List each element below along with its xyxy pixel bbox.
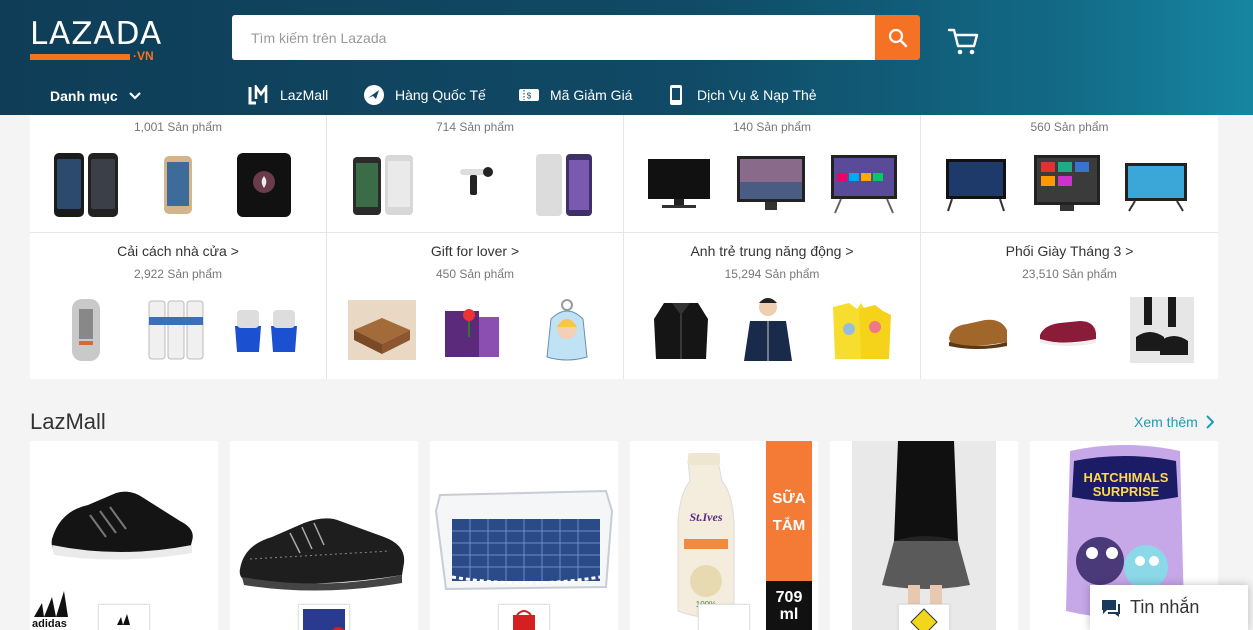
category-title: Anh trẻ trung năng động >: [690, 243, 854, 259]
category-card[interactable]: Anh trẻ trung năng động > 15,294 Sản phẩ…: [624, 233, 921, 379]
nav-item-international[interactable]: Hàng Quốc Tế: [363, 84, 486, 106]
logo-suffix: ·VN: [133, 49, 154, 63]
chat-label: Tin nhắn: [1130, 597, 1200, 617]
category-card[interactable]: 560 Sản phẩm: [921, 115, 1218, 232]
svg-text:$: $: [527, 92, 532, 101]
product-image: [447, 161, 503, 201]
product-image: [738, 293, 798, 367]
nav-item-label: LazMall: [280, 87, 329, 103]
nav-item-voucher[interactable]: $ Mã Giảm Giá: [518, 84, 632, 106]
product-badge-text: SỮA TẮM: [772, 490, 806, 534]
product-image: [1121, 159, 1191, 215]
category-count: 714 Sản phẩm: [435, 120, 515, 134]
nav-item-label: Mã Giảm Giá: [550, 87, 633, 103]
search-button[interactable]: [875, 15, 920, 60]
category-count: 560 Sản phẩm: [1030, 120, 1109, 134]
product-image: [1129, 295, 1195, 365]
category-card[interactable]: 140 Sản phẩm: [624, 115, 921, 232]
search-input[interactable]: [232, 15, 875, 60]
brand-logo: [98, 604, 150, 630]
product-image: [68, 295, 104, 365]
category-grid: 1,001 Sản phẩm 714 Sản phẩm 140 Sản phẩm: [30, 115, 1218, 379]
product-image: [439, 295, 505, 365]
lazmall-icon: [248, 84, 270, 106]
chevron-down-icon: [128, 92, 141, 100]
category-count: 1,001 Sản phẩm: [133, 120, 223, 134]
product-image: [144, 295, 208, 365]
brand-logo: [498, 604, 550, 630]
brand-logo: [298, 604, 350, 630]
header: LAZADA ·VN Danh mục LazMall: [0, 0, 1253, 115]
product-image: [230, 305, 302, 357]
product-image: [234, 151, 294, 219]
product-image: [351, 151, 417, 219]
product-image: adidas: [32, 491, 193, 630]
product-image: [734, 151, 808, 219]
chat-widget[interactable]: Tin nhắn: [1090, 585, 1248, 630]
product-image: [533, 151, 595, 219]
category-label: Danh mục: [50, 88, 118, 104]
category-card[interactable]: 1,001 Sản phẩm: [30, 115, 327, 232]
lazmall-product-card[interactable]: [830, 441, 1018, 630]
phone-icon: [665, 84, 687, 106]
svg-text:adidas: adidas: [32, 618, 67, 630]
product-image: [52, 151, 120, 219]
product-image: [239, 518, 405, 591]
lazmall-product-card[interactable]: [430, 441, 618, 630]
lazmall-title: LazMall: [30, 409, 106, 434]
cart-icon: [947, 28, 979, 55]
nav-item-label: Hàng Quốc Tế: [395, 87, 486, 103]
category-card[interactable]: Phối Giày Tháng 3 > 23,510 Sản phẩm: [921, 233, 1218, 379]
brand-logo: [698, 604, 750, 630]
voucher-icon: $: [518, 84, 540, 106]
category-count: 450 Sản phẩm: [435, 267, 515, 281]
product-image: [648, 295, 714, 365]
category-title: Gift for lover >: [430, 243, 520, 259]
nav-item-services[interactable]: Dịch Vụ & Nạp Thẻ: [665, 84, 817, 106]
main-nav: Danh mục LazMall Hàng Quốc Tế $ Mã Giảm …: [0, 76, 1253, 115]
bottle-brand-text: St.Ives: [690, 510, 723, 524]
product-image: [347, 297, 417, 363]
product-image: [826, 297, 896, 365]
category-title: Cải cách nhà cửa >: [117, 243, 239, 259]
logo-underline: [30, 54, 130, 60]
plane-icon: [363, 84, 385, 106]
cart-button[interactable]: [946, 26, 980, 56]
product-image: [644, 155, 714, 215]
product-image: [852, 441, 996, 630]
category-card[interactable]: Cải cách nhà cửa > 2,922 Sản phẩm: [30, 233, 327, 379]
category-count: 15,294 Sản phẩm: [724, 267, 820, 281]
chat-icon: [1102, 599, 1120, 617]
category-title: Phối Giày Tháng 3 >: [1005, 243, 1134, 259]
search-icon: [888, 28, 907, 47]
category-menu[interactable]: Danh mục: [50, 88, 142, 104]
product-image: [828, 151, 900, 219]
product-image: [943, 309, 1013, 353]
lazmall-product-card[interactable]: [230, 441, 418, 630]
chevron-right-icon: [1206, 415, 1214, 429]
product-volume-text: 709 ml: [775, 589, 803, 623]
category-count: 140 Sản phẩm: [732, 120, 812, 134]
category-card[interactable]: 714 Sản phẩm: [327, 115, 624, 232]
product-image: [539, 295, 595, 365]
product-image: [160, 151, 196, 219]
product-box-text: HATCHIMALS SURPRISE: [1083, 470, 1169, 499]
lazada-logo[interactable]: LAZADA ·VN: [30, 16, 163, 63]
nav-item-lazmall[interactable]: LazMall: [248, 84, 328, 106]
lazmall-product-card[interactable]: adidas: [30, 441, 218, 630]
logo-text: LAZADA: [30, 16, 163, 52]
see-more-link[interactable]: Xem thêm: [1134, 414, 1214, 430]
category-card[interactable]: Gift for lover > 450 Sản phẩm: [327, 233, 624, 379]
brand-logo: [898, 604, 950, 630]
product-image: [1033, 313, 1103, 349]
product-image: [434, 489, 614, 591]
category-count: 23,510 Sản phẩm: [1022, 267, 1117, 281]
category-count: 2,922 Sản phẩm: [133, 267, 223, 281]
lazmall-product-card[interactable]: St.Ives 100% SỮA TẮM 709 ml: [630, 441, 818, 630]
product-image: [943, 155, 1009, 215]
see-more-label: Xem thêm: [1134, 414, 1198, 430]
nav-item-label: Dịch Vụ & Nạp Thẻ: [697, 87, 817, 103]
product-image: [1031, 151, 1103, 219]
